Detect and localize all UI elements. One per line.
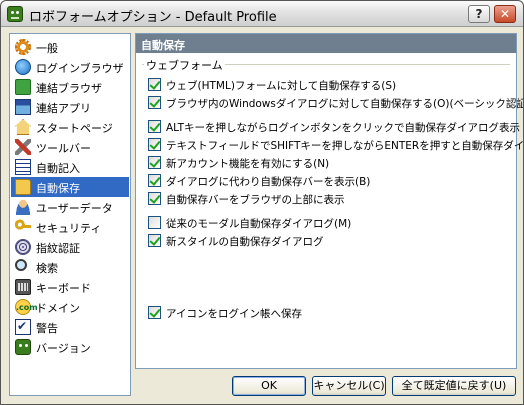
key-icon — [15, 219, 31, 235]
nav-item-toolbar[interactable]: ツールバー — [11, 137, 129, 157]
cancel-button[interactable]: キャンセル(C) — [312, 376, 386, 396]
tools-icon — [15, 139, 31, 155]
option-label: 新スタイルの自動保存ダイアログ — [166, 236, 324, 248]
app-icon — [15, 99, 31, 115]
dotcom-icon: .com — [15, 299, 38, 315]
checkbox[interactable] — [148, 216, 161, 229]
option-label: ダイアログに代わり自動保存バーを表示(B) — [166, 176, 371, 188]
checkbox[interactable] — [148, 234, 161, 247]
nav-item-version[interactable]: バージョン — [11, 337, 129, 357]
house-icon — [15, 119, 31, 135]
nav-label: ツールバー — [36, 142, 91, 155]
checkbox[interactable] — [148, 138, 161, 151]
checkbox[interactable] — [148, 156, 161, 169]
option-label: アイコンをログイン帳へ保存 — [166, 308, 302, 320]
option-label: テキストフィールドでSHIFTキーを押しながらENTERを押すと自動保存ダイアロ… — [166, 140, 524, 152]
fingerprint-icon — [15, 239, 31, 255]
options-dialog: ロボフォームオプション - Default Profile ? ✕ 一般 ログイ… — [0, 0, 524, 405]
window-title: ロボフォームオプション - Default Profile — [29, 10, 277, 25]
nav-item-autosave[interactable]: 自動保存 — [11, 177, 129, 197]
nav-item-search[interactable]: 検索 — [11, 257, 129, 277]
ok-button[interactable]: OK — [232, 376, 306, 396]
checkbox[interactable] — [148, 192, 161, 205]
folder-icon — [15, 179, 31, 195]
nav-item-keyboard[interactable]: キーボード — [11, 277, 129, 297]
nav-label: 警告 — [36, 322, 58, 335]
nav-item-general[interactable]: 一般 — [11, 37, 129, 57]
nav-label: 連結アプリ — [36, 102, 91, 115]
nav-label: 一般 — [36, 42, 58, 55]
checkbox[interactable] — [148, 96, 161, 109]
nav-label: 連結ブラウザ — [36, 82, 102, 95]
nav-label: キーボード — [36, 282, 91, 295]
panel-title: 自動保存 — [136, 34, 516, 53]
nav-label: スタートページ — [36, 122, 113, 135]
form-icon — [15, 159, 31, 175]
nav-item-linked-apps[interactable]: 連結アプリ — [11, 97, 129, 117]
option-label: 新アカウント機能を有効にする(N) — [166, 158, 330, 170]
nav-label: セキュリティ — [36, 222, 102, 235]
reset-defaults-button[interactable]: 全て既定値に戻す(U) — [392, 376, 516, 396]
user-icon — [15, 199, 31, 215]
close-button[interactable]: ✕ — [494, 5, 516, 23]
nav-label: 検索 — [36, 262, 58, 275]
nav-label: 自動記入 — [36, 162, 80, 175]
nav-item-linked-browser[interactable]: 連結ブラウザ — [11, 77, 129, 97]
nav-item-domain[interactable]: .com ドメイン — [11, 297, 129, 317]
nav-item-warnings[interactable]: 警告 — [11, 317, 129, 337]
option-label: 自動保存バーをブラウザの上部に表示 — [166, 194, 345, 206]
nav-label: ユーザーデータ — [36, 202, 113, 215]
magnifier-icon — [15, 259, 27, 271]
title-bar[interactable]: ロボフォームオプション - Default Profile ? ✕ — [1, 1, 523, 27]
nav-label: ログインブラウザ — [36, 62, 124, 75]
nav-item-start-page[interactable]: スタートページ — [11, 117, 129, 137]
checkbox[interactable] — [148, 174, 161, 187]
keyboard-icon — [15, 279, 31, 295]
nav-label: 自動保存 — [36, 182, 80, 195]
group-label: ウェブフォーム — [144, 57, 225, 73]
nav-item-user-data[interactable]: ユーザーデータ — [11, 197, 129, 217]
globe-icon — [15, 59, 31, 75]
nav-item-autofill[interactable]: 自動記入 — [11, 157, 129, 177]
checkmark-icon — [15, 319, 31, 335]
nav-label: ドメイン — [36, 302, 80, 315]
nav-item-security[interactable]: セキュリティ — [11, 217, 129, 237]
roboform-logo-icon — [7, 6, 23, 22]
autosave-settings-panel: 自動保存 ウェブフォーム ウェブ(HTML)フォームに対して自動保存する(S) … — [135, 33, 523, 369]
options-category-list: 一般 ログインブラウザ 連結ブラウザ 連結アプリ スタートページ ツールバー 自… — [9, 33, 131, 396]
checkbox[interactable] — [148, 120, 161, 133]
option-label: 従来のモーダル自動保存ダイアログ(M) — [166, 218, 352, 230]
checkbox[interactable] — [148, 78, 161, 91]
nav-item-fingerprint[interactable]: 指紋認証 — [11, 237, 129, 257]
checkbox[interactable] — [148, 306, 161, 319]
nav-item-login-browser[interactable]: ログインブラウザ — [11, 57, 129, 77]
nav-label: バージョン — [36, 342, 91, 355]
option-label: ウェブ(HTML)フォームに対して自動保存する(S) — [166, 80, 397, 92]
nav-label: 指紋認証 — [36, 242, 80, 255]
gear-icon — [15, 39, 31, 55]
option-label: ALTキーを押しながらログインボタンをクリックで自動保存ダイアログ表示 — [166, 122, 520, 134]
option-label: ブラウザ内のWindowsダイアログに対して自動保存する(O)(ベーシック認証) — [166, 98, 524, 110]
help-button[interactable]: ? — [468, 5, 490, 23]
puzzle-icon — [15, 79, 31, 95]
robo-icon — [15, 339, 31, 355]
